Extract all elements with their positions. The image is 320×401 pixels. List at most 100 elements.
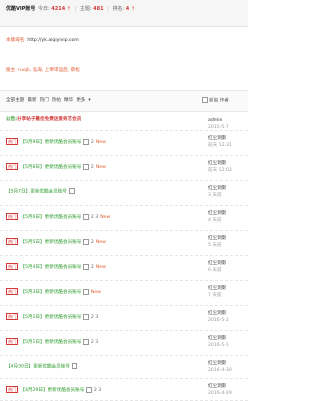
thread-title-line: 热门 【4月29日】更新优酷会员账号 2 3 [6,386,101,393]
thread-author[interactable]: 红尘洞影 [208,260,248,267]
thread-date-tag: 【5月6日】 [20,215,45,220]
stats-divider: | [74,6,77,12]
page-links[interactable]: 2 3 [91,215,98,220]
thread-title-line: 热门 【5月9日】更新优酷会员账号 2 New [6,138,106,145]
moderators-list[interactable]: ruojk, 泓海, 上帝审运后, 蔡松 [18,68,80,73]
thread-title-line: 热门 【5月2日】更新优酷会员账号 2 3 [6,313,98,320]
thread-meta: 红尘洞影 前天 12:02 [208,160,248,174]
moderators-label: 版主: [6,68,17,73]
document-icon [83,213,89,220]
thread-meta: 红尘洞影 2016-4-29 [208,383,248,397]
thread-date-tag: 【5月9日】 [20,140,45,145]
thread-title-line: 热门 【5月8日】更新优酷会员账号 2 New [6,163,106,170]
thread-date: 前天 12:31 [208,143,232,148]
thread-row: 热门 【5月2日】更新优酷会员账号 2 3 红尘洞影 2016-5-2 [0,305,248,331]
thread-date-tag: 【5月5日】 [20,240,45,245]
thread-author[interactable]: 红尘洞影 [208,360,248,367]
thread-row: 热门 【5月5日】更新优酷会员账号 2 New 红尘洞影 5 天前 [0,230,248,256]
hot-badge: 热门 [6,238,19,245]
filter-tab[interactable]: 更多 [76,98,85,103]
thread-author[interactable]: 红尘洞影 [208,135,248,142]
hot-badge: 热门 [6,263,19,270]
thread-row: 公告:分享帖子最佳免费送爱奇艺会员 admin 2015-5-7 [0,112,248,131]
thread-date-tag: 【5月1日】 [20,340,45,345]
thread-filter-bar: 全部主题 最新 热门 热帖 精华 更多 ▾ 新窗 作者 [0,90,248,112]
page-links[interactable]: 2 3 [91,315,98,320]
thread-date: 6 天前 [208,268,222,273]
thread-title-link[interactable]: 更新优酷会员账号 [45,215,82,220]
thread-meta: admin 2015-5-7 [208,117,248,131]
thread-title-line: 【5月7日】更新优酷会员账号 [6,188,75,195]
thread-meta: 红尘洞影 3 天前 [208,185,248,199]
thread-meta: 红尘洞影 2016-4-30 [208,360,248,374]
new-badge: New [100,215,111,220]
thread-title-line: 热门 【5月4日】更新优酷会员账号 2 New [6,263,106,270]
today-count: 4214 [51,6,66,12]
filter-tab[interactable]: 精华 [64,98,73,103]
thread-date: 3 天前 [208,193,222,198]
rank-label: 排名: [112,6,125,12]
thread-author[interactable]: 红尘洞影 [208,160,248,167]
thread-author[interactable]: 红尘洞影 [208,210,248,217]
forum-url-link[interactable]: http://yk.aiqiyivip.com [27,38,78,43]
thread-row: 热门 【5月1日】更新优酷会员账号 2 3 红尘洞影 2016-5-1 [0,330,248,356]
thread-row: 热门 【5月8日】更新优酷会员账号 2 New 红尘洞影 前天 12:02 [0,155,248,181]
thread-date: 前天 12:02 [208,168,232,173]
thread-author[interactable]: 红尘洞影 [208,285,248,292]
thread-date: 2016-5-1 [208,343,229,348]
document-icon [83,138,89,145]
document-icon [83,263,89,270]
thread-row: 【5月7日】更新优酷会员账号 红尘洞影 3 天前 [0,180,248,206]
thread-meta: 红尘洞影 4 天前 [208,210,248,224]
thread-author[interactable]: 红尘洞影 [208,235,248,242]
thread-date-tag: 【5月8日】 [20,165,45,170]
thread-row: 【4月30日】更新优酷会员账号 红尘洞影 2016-4-30 [0,355,248,379]
thread-author[interactable]: 红尘洞影 [208,185,248,192]
new-badge: New [95,165,106,170]
thread-author[interactable]: admin [208,117,248,124]
new-badge: New [90,290,101,295]
page-links[interactable]: 2 [91,240,94,245]
document-icon [69,188,75,194]
filter-tab[interactable]: 热帖 [52,98,61,103]
new-window-checkbox[interactable] [202,97,208,103]
filter-tab[interactable]: 最新 [27,98,36,103]
thread-title-link[interactable]: 更新优酷会员账号 [45,240,82,245]
thread-title-link[interactable]: 更新优酷会员账号 [45,290,82,295]
hot-badge: 热门 [6,338,19,345]
hot-badge: 热门 [6,163,19,170]
thread-date: 2016-4-29 [208,391,232,396]
thread-title-link[interactable]: 更新优酷会员账号 [45,315,82,320]
thread-title-link[interactable]: 更新优酷会员账号 [45,165,82,170]
thread-title-link[interactable]: 更新优酷会员账号 [48,388,85,393]
thread-date: 4 天前 [208,218,222,223]
page-links[interactable]: 2 [91,140,94,145]
thread-author[interactable]: 红尘洞影 [208,335,248,342]
thread-title-link[interactable]: 更新优酷会员账号 [45,340,82,345]
hot-badge: 热门 [6,138,19,145]
today-label: 今日: [38,6,50,12]
page-links[interactable]: 2 3 [91,340,98,345]
announcement-link[interactable]: 分享帖子最佳免费送爱奇艺会员 [17,117,81,122]
page-links[interactable]: 2 [91,265,94,270]
thread-date-tag: 【5月3日】 [20,290,45,295]
thread-author[interactable]: 红尘洞影 [208,383,248,390]
thread-title-link[interactable]: 更新优酷会员账号 [45,265,82,270]
filter-tab[interactable]: 全部主题 [6,98,24,103]
thread-title-link[interactable]: 更新优酷会员账号 [30,190,67,195]
page-links[interactable]: 2 [91,165,94,170]
thread-date: 2016-5-2 [208,318,229,323]
thread-title-link[interactable]: 更新优酷会员账号 [33,365,70,370]
thread-date: 2016-4-30 [208,368,232,373]
filter-tab[interactable]: 热门 [40,98,49,103]
page-links[interactable]: 2 3 [94,388,101,393]
thread-author[interactable]: 红尘洞影 [208,310,248,317]
thread-title-link[interactable]: 更新优酷会员账号 [45,140,82,145]
document-icon [83,288,89,295]
thread-meta: 红尘洞影 5 天前 [208,235,248,249]
new-badge: New [95,240,106,245]
forum-stats: 今日: 4214 ↑ | 主题: 481 | 排名: 4 ↑ [38,5,135,12]
thread-title-line: 热门 【5月6日】更新优酷会员账号 2 3 New [6,213,110,220]
topics-count: 481 [93,6,104,12]
filter-tabs: 全部主题 最新 热门 热帖 精华 更多 ▾ [6,97,94,103]
